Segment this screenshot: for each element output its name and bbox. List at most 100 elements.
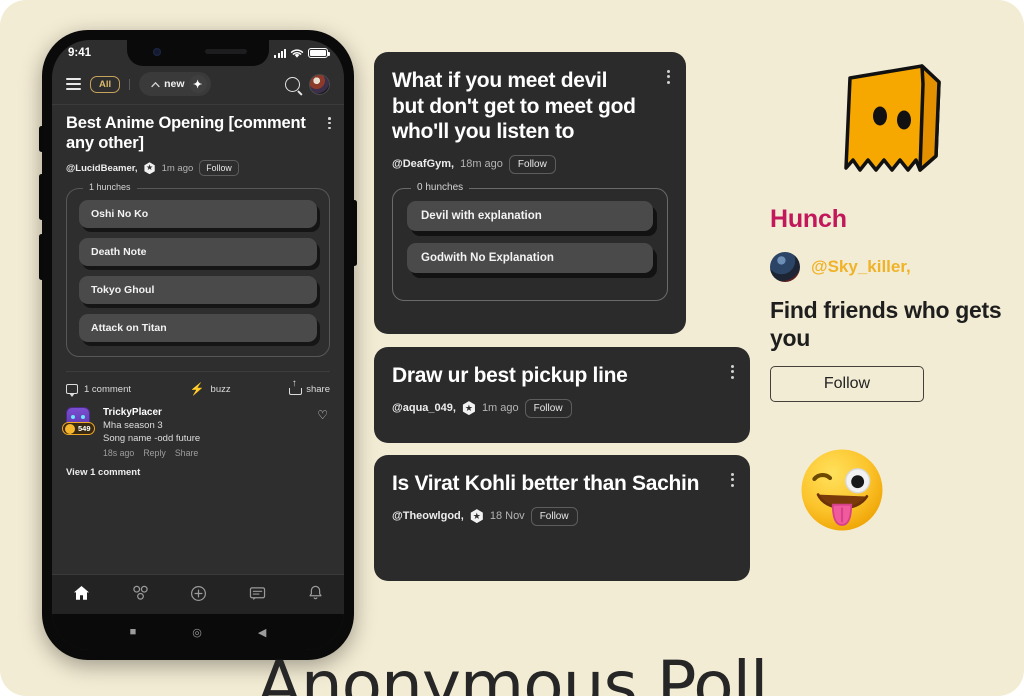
card-author-handle[interactable]: @aqua_049,: [392, 402, 456, 414]
comment-item: ♡ 549 TrickyPlacer Mha season 3 Song nam…: [62, 407, 330, 459]
phone-volume-down-button[interactable]: [39, 234, 44, 280]
card-timestamp: 1m ago: [481, 402, 519, 415]
post-meta: @LucidBeamer, ★ 1m ago Follow: [66, 160, 330, 177]
follow-button[interactable]: Follow: [508, 154, 556, 174]
verified-badge-icon: ★: [470, 509, 483, 524]
follow-button[interactable]: Follow: [770, 366, 924, 403]
nav-home-icon[interactable]: [73, 585, 90, 604]
post-author-handle[interactable]: @LucidBeamer,: [66, 163, 138, 174]
comment-timestamp: 18s ago: [103, 448, 135, 459]
post-more-options-icon[interactable]: [328, 117, 331, 130]
phone-mockup: 9:41 All chevron-up-icon: [39, 30, 357, 660]
brand-panel: Hunch @Sky_killer, Find friends who gets…: [770, 60, 1010, 541]
card-title: What if you meet devil but don't get to …: [392, 69, 636, 144]
toolbar-divider: [129, 78, 131, 90]
phone-screen: 9:41 All chevron-up-icon: [52, 40, 344, 650]
phone-volume-up-button[interactable]: [39, 174, 44, 220]
card-author-handle[interactable]: @Theowlgod,: [392, 510, 464, 522]
nav-network-icon[interactable]: [132, 585, 149, 604]
poster-canvas: 9:41 All chevron-up-icon: [0, 0, 1024, 696]
heart-icon[interactable]: ♡: [317, 408, 328, 422]
card-meta: @Theowlgod, ★ 18 Nov Follow: [392, 506, 732, 526]
buzz-action[interactable]: ⚡ buzz: [190, 383, 231, 395]
status-bar: 9:41: [52, 40, 344, 66]
feed-sort-chip[interactable]: chevron-up-icon new ✦: [139, 72, 211, 96]
android-home-button[interactable]: ◎: [192, 626, 202, 639]
card-more-options-icon[interactable]: [731, 473, 734, 487]
avatar[interactable]: [309, 73, 330, 95]
post-timestamp: 1m ago: [161, 162, 194, 174]
android-back-button[interactable]: ◀: [258, 626, 266, 639]
bottom-navigation-bar: [52, 574, 344, 614]
android-recents-button[interactable]: ■: [130, 626, 137, 638]
share-icon: [289, 379, 303, 395]
card-meta: @aqua_049, ★ 1m ago Follow: [392, 398, 732, 418]
phone-power-button[interactable]: [352, 200, 357, 266]
verified-badge-icon: ★: [144, 162, 155, 175]
post-action-bar: 1 comment ⚡ buzz share: [66, 371, 330, 398]
username-label[interactable]: @Sky_killer,: [811, 257, 911, 277]
chevron-up-glyph: [151, 81, 160, 87]
view-comments-link[interactable]: View 1 comment: [66, 467, 330, 478]
share-label: share: [306, 383, 330, 395]
poll-option[interactable]: Oshi No Ko: [79, 200, 317, 229]
hamburger-menu-icon[interactable]: [66, 78, 81, 90]
nav-create-icon[interactable]: [190, 585, 207, 605]
filter-chip-all[interactable]: All: [90, 75, 121, 93]
poll-card-virat-sachin[interactable]: Is Virat Kohli better than Sachin @Theow…: [374, 455, 750, 581]
poll-option[interactable]: Devil with explanation: [407, 200, 653, 231]
bolt-icon: ⚡: [189, 382, 205, 397]
card-meta: @DeafGym, 18m ago Follow: [392, 154, 668, 174]
comment-count-label: 1 comment: [84, 383, 131, 395]
comment-author[interactable]: TrickyPlacer: [103, 407, 200, 418]
cellular-bars-icon: [274, 48, 286, 58]
hunches-count-label: 1 hunches: [83, 182, 137, 193]
share-action[interactable]: share: [289, 379, 330, 395]
follow-button[interactable]: Follow: [199, 160, 239, 177]
comment-action[interactable]: 1 comment: [66, 383, 131, 398]
battery-icon: [308, 48, 330, 58]
buzz-label: buzz: [210, 383, 231, 395]
poll-card-devil-god[interactable]: What if you meet devil but don't get to …: [374, 52, 686, 334]
comment-badge: 549: [62, 422, 95, 436]
nav-messages-icon[interactable]: [249, 586, 266, 604]
page-headline: Anonymous Poll: [256, 647, 769, 696]
card-timestamp: 18 Nov: [489, 510, 525, 523]
card-title: Draw ur best pickup line: [392, 364, 628, 387]
sparkle-icon[interactable]: ✦: [188, 75, 207, 93]
comment-text-line-1: Mha season 3: [103, 420, 163, 432]
badge-coin-icon: [65, 423, 75, 434]
card-more-options-icon[interactable]: [731, 365, 734, 379]
card-more-options-icon[interactable]: [667, 70, 670, 84]
user-line: @Sky_killer,: [770, 252, 1010, 282]
card-author-handle[interactable]: @DeafGym,: [392, 158, 454, 170]
avatar[interactable]: [770, 252, 800, 282]
wifi-icon: [290, 48, 304, 58]
poll-options-group: 1 hunches Oshi No Ko Death Note Tokyo Gh…: [66, 182, 330, 358]
badge-count: 549: [78, 424, 91, 434]
poll-card-pickup-line[interactable]: Draw ur best pickup line @aqua_049, ★ 1m…: [374, 347, 750, 443]
android-navigation-bar: ■ ◎ ◀: [52, 614, 344, 650]
poll-option[interactable]: Tokyo Ghoul: [79, 276, 317, 305]
poll-option[interactable]: Godwith No Explanation: [407, 242, 653, 273]
post-title: Best Anime Opening [comment any other]: [66, 114, 306, 153]
ghost-bag-logo: [844, 64, 941, 172]
app-top-bar: All chevron-up-icon new ✦: [52, 66, 344, 105]
card-timestamp: 18m ago: [460, 158, 503, 171]
follow-button[interactable]: Follow: [524, 398, 572, 418]
brand-name: Hunch: [770, 205, 847, 233]
comment-text-line-2: Song name -odd future: [103, 433, 201, 445]
winking-face-with-tongue-emoji: [801, 449, 883, 531]
search-icon[interactable]: [285, 76, 300, 92]
verified-badge-icon: ★: [462, 401, 475, 416]
comment-reply-button[interactable]: Reply: [143, 448, 166, 458]
comment-share-button[interactable]: Share: [175, 448, 198, 458]
feed-sort-label: new: [164, 78, 185, 90]
phone-mute-button[interactable]: [39, 126, 44, 152]
tagline: Find friends who gets you: [770, 297, 1002, 352]
poll-option[interactable]: Attack on Titan: [79, 314, 317, 343]
nav-notifications-icon[interactable]: [308, 585, 323, 604]
follow-button[interactable]: Follow: [530, 506, 578, 526]
poll-option[interactable]: Death Note: [79, 238, 317, 267]
hunches-count-label: 0 hunches: [411, 181, 470, 193]
